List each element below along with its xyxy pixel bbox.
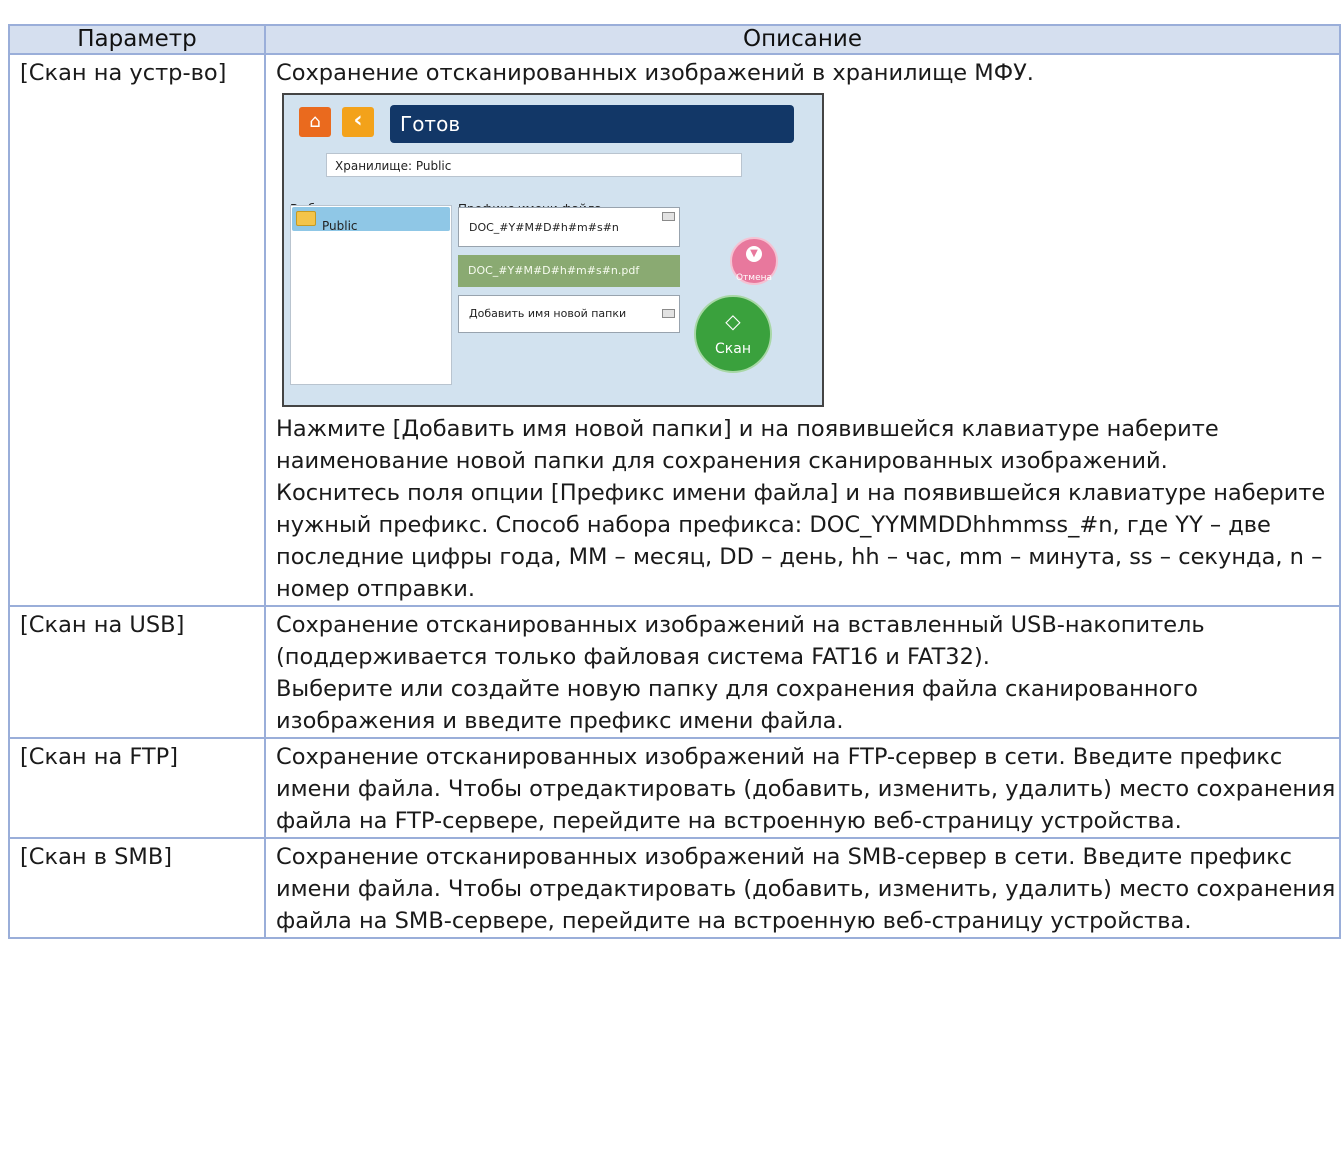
table-row: [Скан на устр-во] Сохранение отсканирова… [8,53,1341,607]
folder-item-public[interactable]: Public [292,207,450,233]
desc-paragraph: Коснитесь поля опции [Префикс имени файл… [276,480,1326,602]
filename-preview: DOC_#Y#M#D#h#m#s#n.pdf [458,255,680,287]
cancel-button[interactable]: ▼ Отмена [730,237,778,285]
scan-label: Скан [715,341,751,357]
header-param: Параметр [8,24,266,55]
home-button[interactable]: ⌂ [299,107,331,137]
desc-paragraph: Сохранение отсканированных изображений н… [276,744,1336,834]
back-icon: ‹ [353,108,363,133]
screen-title: Готов [390,105,794,143]
cancel-label: Отмена [735,273,773,283]
keyboard-icon [662,309,675,318]
header-desc: Описание [264,24,1341,55]
new-folder-label: Добавить имя новой папки [469,307,627,320]
new-folder-button[interactable]: Добавить имя новой папки [458,295,680,333]
param-cell: [Скан на устр-во] [8,53,266,607]
scan-button[interactable]: ◇ Скан [694,295,772,373]
desc-paragraph: Сохранение отсканированных изображений в… [276,60,1034,86]
folder-name: Public [322,219,358,233]
folder-list: Public [290,205,452,385]
back-button[interactable]: ‹ [342,107,374,137]
desc-paragraph: Сохранение отсканированных изображений н… [276,612,1205,670]
prefix-value: DOC_#Y#M#D#h#m#s#n [469,221,619,234]
table-row: [Скан на USB] Сохранение отсканированных… [8,605,1341,739]
table-row: [Скан в SMB] Сохранение отсканированных … [8,837,1341,939]
param-cell: [Скан в SMB] [8,837,266,939]
parameters-table: Параметр Описание [Скан на устр-во] Сохр… [8,24,1341,939]
desc-paragraph: Нажмите [Добавить имя новой папки] и на … [276,416,1219,474]
param-cell: [Скан на USB] [8,605,266,739]
start-icon: ◇ [725,309,741,333]
desc-paragraph: Выберите или создайте новую папку для со… [276,676,1198,734]
keyboard-icon [662,212,675,221]
device-screenshot: ⌂ ‹ Готов Хранилище: Public Выберите пап… [282,93,824,407]
desc-cell: Сохранение отсканированных изображений н… [264,605,1341,739]
table-row: [Скан на FTP] Сохранение отсканированных… [8,737,1341,839]
storage-field: Хранилище: Public [326,153,742,177]
home-icon: ⌂ [309,111,321,132]
prefix-input[interactable]: DOC_#Y#M#D#h#m#s#n [458,207,680,247]
desc-cell: Сохранение отсканированных изображений н… [264,837,1341,939]
table-header-row: Параметр Описание [8,24,1341,55]
param-cell: [Скан на FTP] [8,737,266,839]
desc-cell: Сохранение отсканированных изображений в… [264,53,1341,607]
cancel-icon: ▼ [746,246,762,262]
desc-cell: Сохранение отсканированных изображений н… [264,737,1341,839]
desc-paragraph: Сохранение отсканированных изображений н… [276,844,1336,934]
folder-icon [296,211,316,226]
